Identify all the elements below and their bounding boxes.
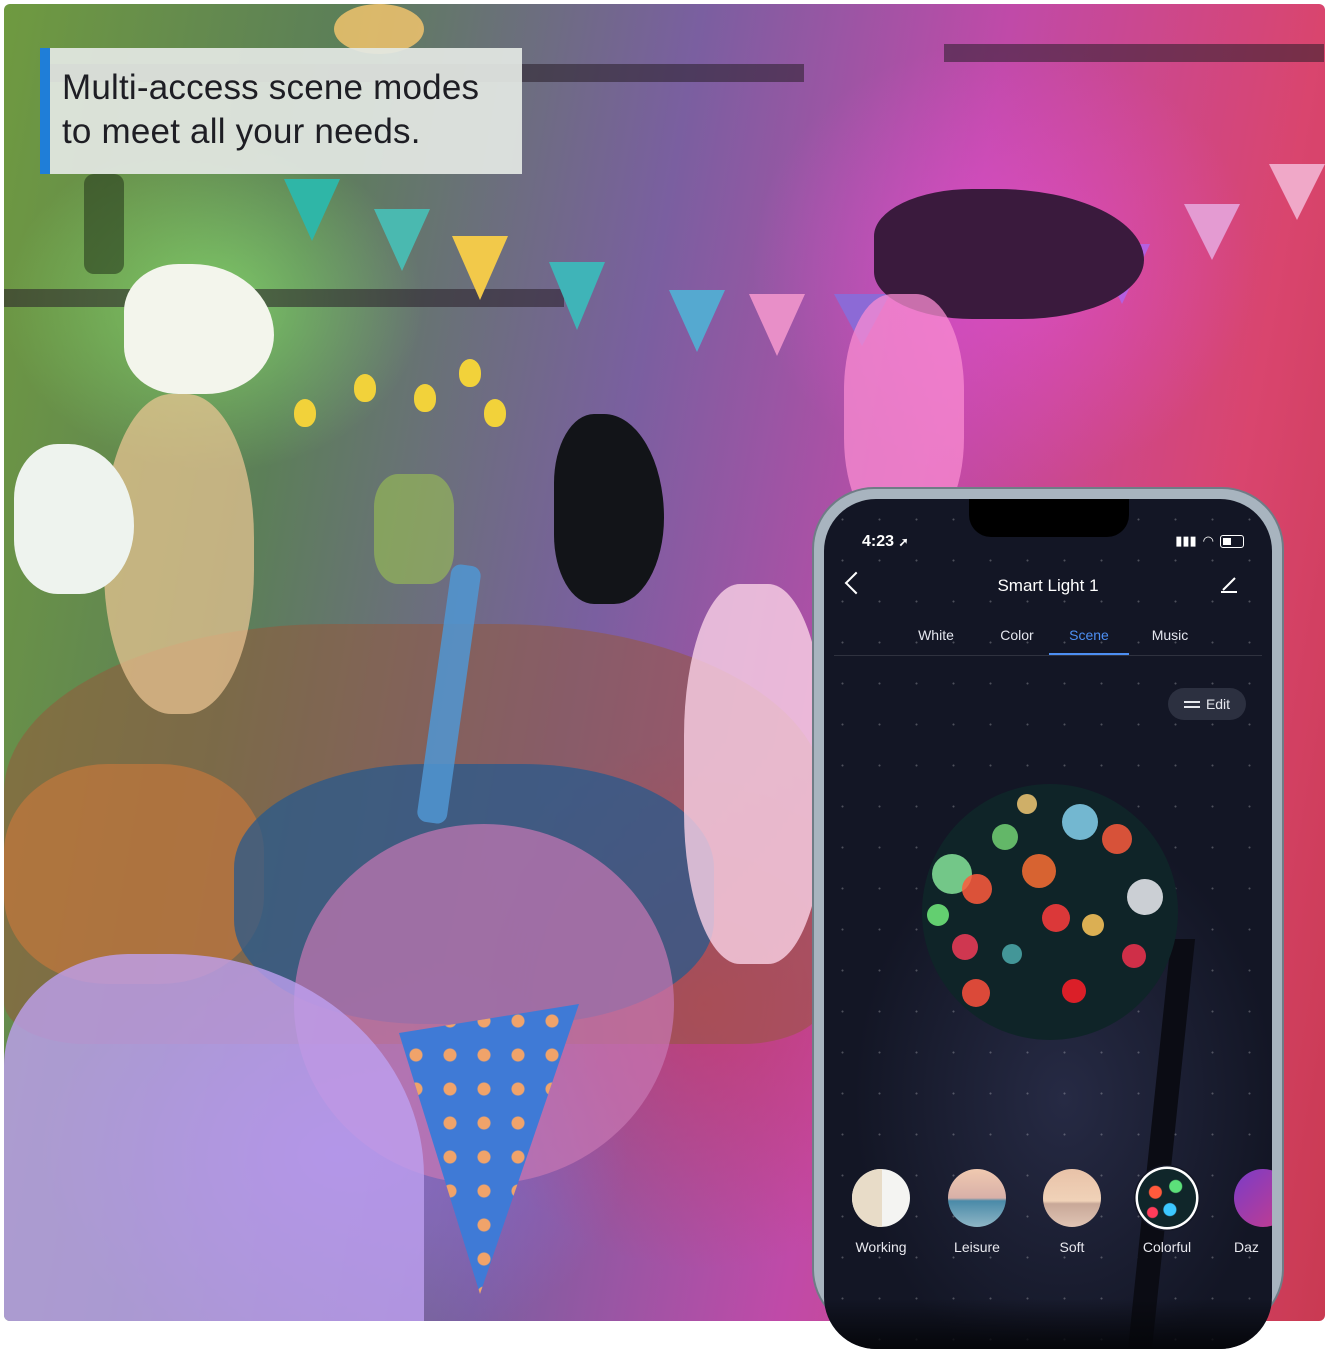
decor xyxy=(334,4,424,54)
status-time-text: 4:23 xyxy=(862,533,895,550)
scene-item-dazzling[interactable]: Daz xyxy=(1220,1169,1272,1255)
location-arrow-icon: ➚ xyxy=(898,535,909,549)
pennant xyxy=(749,294,805,356)
caption-accent-bar xyxy=(40,48,50,174)
pencil-icon[interactable] xyxy=(1220,575,1238,593)
tree-silhouette xyxy=(824,1299,1272,1349)
colorful-scene-thumbnail xyxy=(1138,1169,1196,1227)
caption-line-2: to meet all your needs. xyxy=(62,112,421,151)
leisure-scene-thumbnail xyxy=(948,1169,1006,1227)
tab-scene[interactable]: Scene xyxy=(1049,627,1129,643)
pennant xyxy=(284,179,340,241)
scene-carousel: Working Leisure Soft Colorful Daz xyxy=(824,1169,1272,1279)
edit-button[interactable]: Edit xyxy=(1168,688,1246,720)
battery-icon xyxy=(1220,534,1244,548)
scene-item-leisure[interactable]: Leisure xyxy=(937,1169,1017,1255)
boot xyxy=(554,414,664,604)
sliders-icon xyxy=(1183,698,1200,710)
tulip xyxy=(414,384,436,412)
status-time: 4:23 ➚ xyxy=(862,533,909,551)
scene-label: Leisure xyxy=(954,1239,1000,1255)
caption-line-1: Multi-access scene modes xyxy=(62,68,480,107)
soft-scene-thumbnail xyxy=(1043,1169,1101,1227)
pennant xyxy=(1269,164,1325,220)
tab-white[interactable]: White xyxy=(896,627,976,643)
shelf xyxy=(944,44,1324,62)
pennant xyxy=(549,262,605,330)
tab-color[interactable]: Color xyxy=(977,627,1057,643)
scene-label: Soft xyxy=(1059,1239,1085,1255)
tabs-divider xyxy=(834,655,1262,656)
status-icons: ▮▮▮ ◠ xyxy=(1175,533,1244,549)
phone-notch xyxy=(969,499,1129,537)
dazzling-scene-thumbnail xyxy=(1234,1169,1272,1227)
bottle xyxy=(84,174,124,274)
tulip xyxy=(354,374,376,402)
wifi-icon: ◠ xyxy=(1202,533,1214,548)
caption-box: Multi-access scene modes to meet all you… xyxy=(40,48,522,174)
vase xyxy=(374,474,454,584)
smartphone: 4:23 ➚ ▮▮▮ ◠ Smart Light 1 White Color S… xyxy=(814,489,1282,1349)
tab-music[interactable]: Music xyxy=(1130,627,1210,643)
scene-item-working[interactable]: Working xyxy=(841,1169,921,1255)
pennant xyxy=(669,290,725,352)
device-title: Smart Light 1 xyxy=(997,576,1099,595)
scene-preview-image xyxy=(922,784,1178,1040)
tulip xyxy=(484,399,506,427)
phone-screen: 4:23 ➚ ▮▮▮ ◠ Smart Light 1 White Color S… xyxy=(824,499,1272,1349)
scene-label: Working xyxy=(855,1239,907,1255)
pennant xyxy=(1184,204,1240,260)
scene-item-colorful[interactable]: Colorful xyxy=(1127,1169,1207,1255)
mode-tabs: White Color Scene Music xyxy=(824,627,1272,657)
tulip xyxy=(294,399,316,427)
scene-label: Daz xyxy=(1234,1239,1259,1255)
pennant xyxy=(452,236,508,300)
sleeve xyxy=(4,764,264,984)
tulip xyxy=(459,359,481,387)
working-scene-thumbnail xyxy=(852,1169,910,1227)
arm xyxy=(684,584,824,964)
sneaker xyxy=(124,264,274,394)
active-tab-indicator xyxy=(1049,653,1129,655)
signal-icon: ▮▮▮ xyxy=(1175,533,1197,548)
pennant xyxy=(374,209,430,271)
edit-button-label: Edit xyxy=(1205,696,1231,712)
scene-item-soft[interactable]: Soft xyxy=(1032,1169,1112,1255)
scene-label: Colorful xyxy=(1142,1239,1192,1255)
